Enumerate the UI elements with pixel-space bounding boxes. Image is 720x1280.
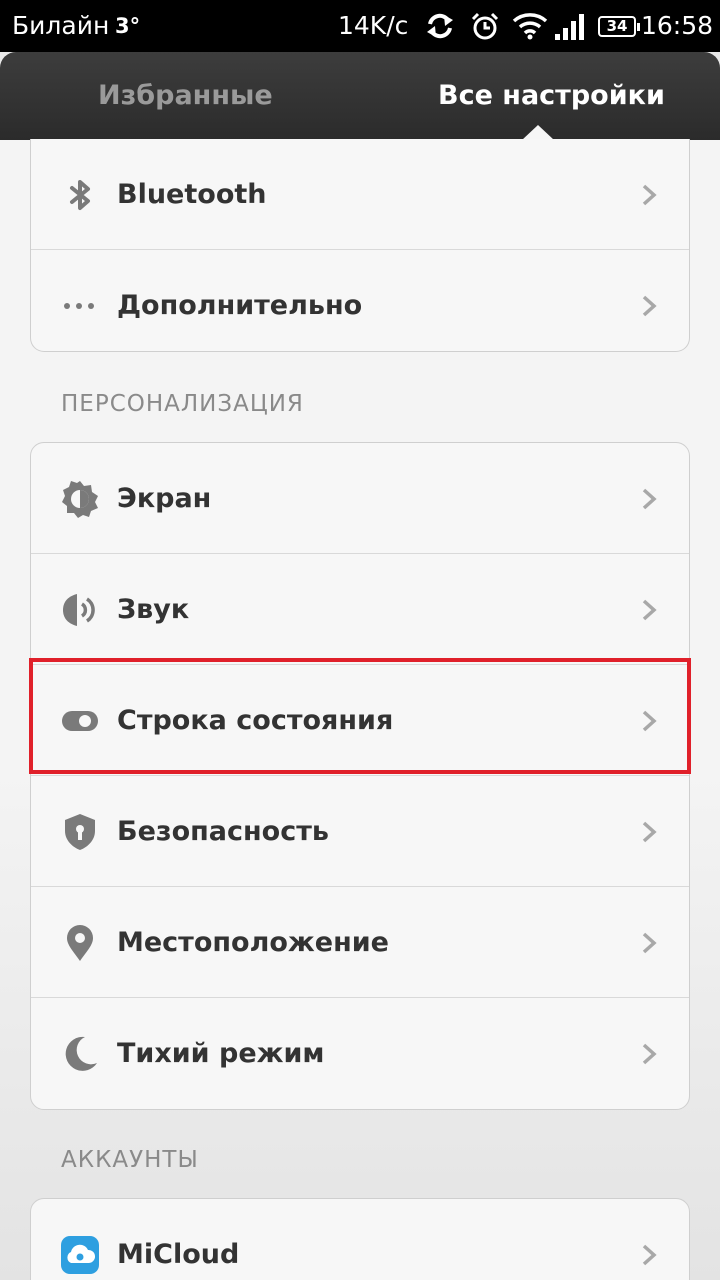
active-tab-indicator	[522, 125, 554, 140]
chevron-right-icon	[642, 1244, 657, 1266]
settings-row-location[interactable]: Местоположение	[31, 887, 689, 998]
settings-row-security[interactable]: Безопасность	[31, 776, 689, 887]
settings-row-label: Тихий режим	[117, 1038, 325, 1069]
accounts-group: MiCloud	[30, 1198, 690, 1280]
settings-row-bluetooth[interactable]: Bluetooth	[31, 139, 689, 250]
chevron-right-icon	[642, 488, 657, 510]
carrier-name: Билайн	[12, 11, 110, 40]
settings-row-micloud[interactable]: MiCloud	[31, 1199, 689, 1280]
settings-tabs: Избранные Все настройки	[0, 52, 720, 140]
settings-row-label: Bluetooth	[117, 179, 267, 210]
chevron-right-icon	[642, 599, 657, 621]
settings-row-more[interactable]: Дополнительно	[31, 250, 689, 361]
network-type: 3°	[115, 14, 141, 38]
micloud-icon	[61, 1236, 99, 1274]
settings-row-label: Экран	[117, 483, 212, 514]
settings-row-label: Безопасность	[117, 816, 329, 847]
tab-favorites[interactable]: Избранные	[98, 52, 273, 140]
sync-icon	[427, 13, 453, 39]
signal-icon	[555, 14, 584, 40]
moon-icon	[65, 1036, 97, 1071]
brightness-icon	[62, 481, 98, 518]
location-pin-icon	[67, 925, 93, 961]
highlight-frame	[29, 658, 691, 774]
settings-row-sound[interactable]: Звук	[31, 554, 689, 665]
connectivity-group: Bluetooth Дополнительно	[30, 139, 690, 352]
settings-row-label: Дополнительно	[117, 290, 363, 321]
shield-icon	[65, 814, 95, 850]
chevron-right-icon	[642, 932, 657, 954]
speaker-icon	[63, 594, 95, 626]
section-header-personalization: ПЕРСОНАЛИЗАЦИЯ	[61, 391, 304, 417]
bluetooth-icon	[70, 180, 90, 210]
battery-icon: 34	[598, 16, 640, 37]
wifi-icon	[512, 13, 548, 40]
clock: 16:58	[641, 11, 714, 40]
more-dots-icon	[64, 303, 94, 309]
settings-row-label: Звук	[117, 594, 190, 625]
personalization-group: Экран Звук Строка состояния Безопасность…	[30, 442, 690, 1110]
settings-row-label: MiCloud	[117, 1239, 240, 1270]
section-header-accounts: АККАУНТЫ	[61, 1147, 199, 1173]
settings-row-screen[interactable]: Экран	[31, 443, 689, 554]
chevron-right-icon	[642, 1043, 657, 1065]
settings-row-quiet-mode[interactable]: Тихий режим	[31, 998, 689, 1109]
chevron-right-icon	[642, 184, 657, 206]
chevron-right-icon	[642, 821, 657, 843]
status-bar: Билайн 3° 14K/c 34 16:58	[0, 0, 720, 52]
network-speed: 14K/c	[338, 11, 409, 40]
settings-row-label: Местоположение	[117, 927, 389, 958]
chevron-right-icon	[642, 295, 657, 317]
alarm-icon	[471, 12, 499, 40]
